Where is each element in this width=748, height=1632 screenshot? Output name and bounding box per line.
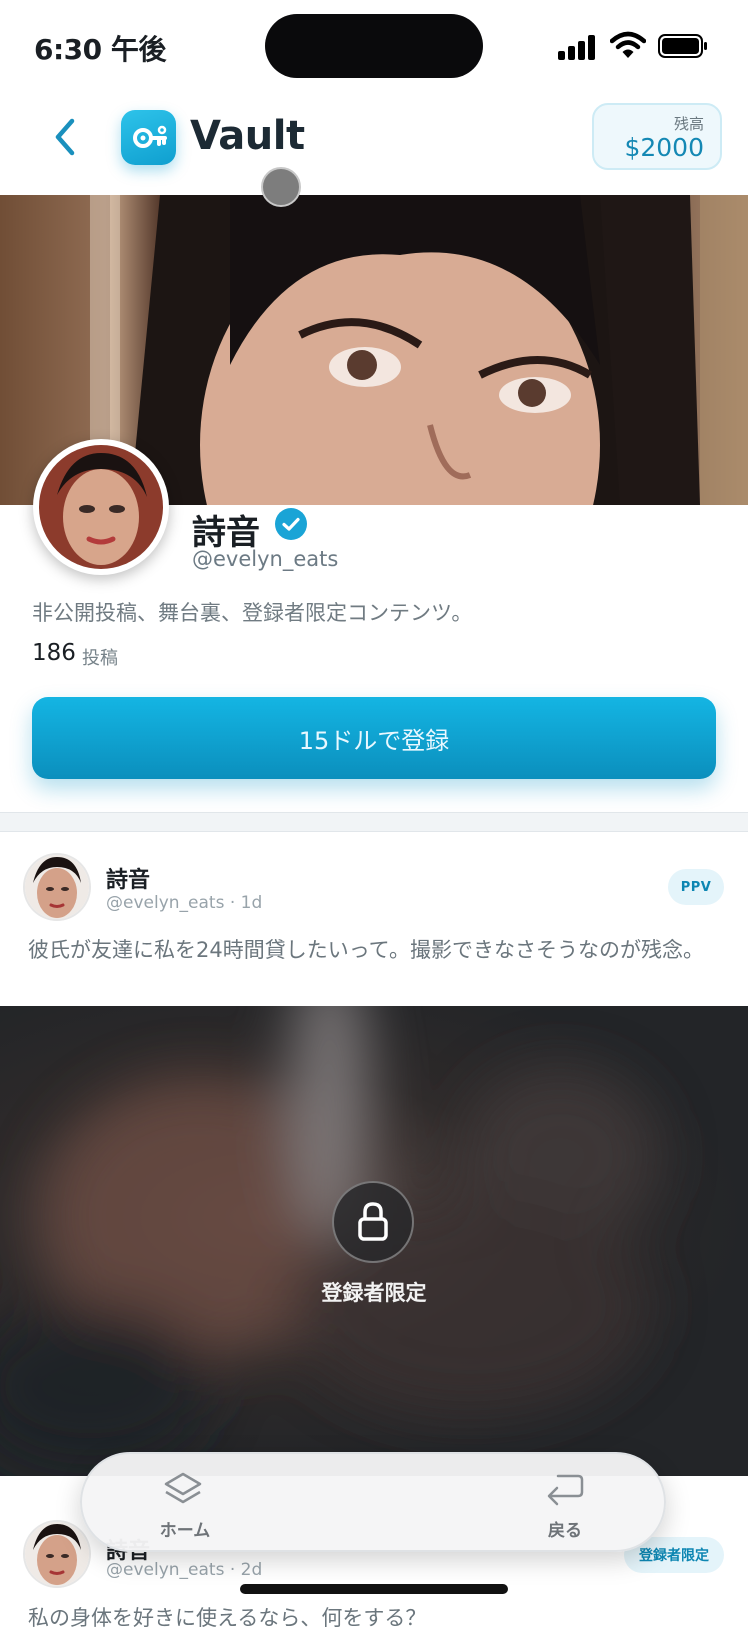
ppv-badge: PPV [668, 869, 724, 905]
return-arrow-icon[interactable] [542, 1470, 586, 1510]
battery-icon [658, 34, 707, 58]
balance-box[interactable]: 残高 $2000 [592, 103, 722, 170]
post-meta: @evelyn_eats · 1d [106, 893, 263, 913]
cellular-signal-icon [558, 34, 598, 60]
avatar-portrait [25, 1522, 89, 1586]
nav-home-label[interactable]: ホーム [150, 1516, 220, 1541]
balance-value: $2000 [624, 133, 704, 162]
app-logo [121, 110, 176, 165]
subscribe-button[interactable]: 15ドルで登録 [32, 697, 716, 779]
post-author-avatar[interactable] [25, 855, 89, 919]
post-count-label: 投稿 [82, 648, 118, 669]
section-divider [0, 812, 748, 832]
lock-icon [358, 1202, 388, 1241]
post-text: 私の身体を好きに使えるなら、何をする？ [28, 1606, 427, 1630]
drag-indicator-dot[interactable] [261, 167, 301, 207]
post-meta: @evelyn_eats · 2d [106, 1560, 263, 1580]
post-author-name[interactable]: 詩音 [106, 862, 150, 894]
lock-button[interactable] [332, 1181, 414, 1263]
layers-icon[interactable] [162, 1470, 204, 1512]
status-time: 6:30 午後 [34, 33, 166, 66]
key-icon [133, 125, 167, 148]
post-text: 彼氏が友達に私を24時間貸したいって。撮影できなさそうなのが残念。 [28, 938, 705, 962]
nav-back-label[interactable]: 戻る [530, 1516, 600, 1541]
wifi-icon [610, 31, 646, 58]
locked-content-label: 登録者限定 [321, 1281, 427, 1305]
dynamic-island [265, 14, 483, 78]
balance-label: 残高 [673, 115, 704, 133]
verified-badge-icon [275, 508, 307, 540]
post-count: 186 [32, 640, 76, 666]
profile-avatar[interactable] [33, 439, 169, 575]
back-chevron-icon[interactable] [46, 112, 86, 162]
avatar-portrait [25, 855, 89, 919]
app-title: Vault [190, 113, 305, 159]
home-indicator [240, 1584, 508, 1594]
post-author-avatar[interactable] [25, 1522, 89, 1586]
avatar-portrait [39, 445, 163, 569]
profile-bio: 非公開投稿、舞台裏、登録者限定コンテンツ。 [32, 601, 473, 625]
profile-handle: @evelyn_eats [192, 547, 339, 571]
